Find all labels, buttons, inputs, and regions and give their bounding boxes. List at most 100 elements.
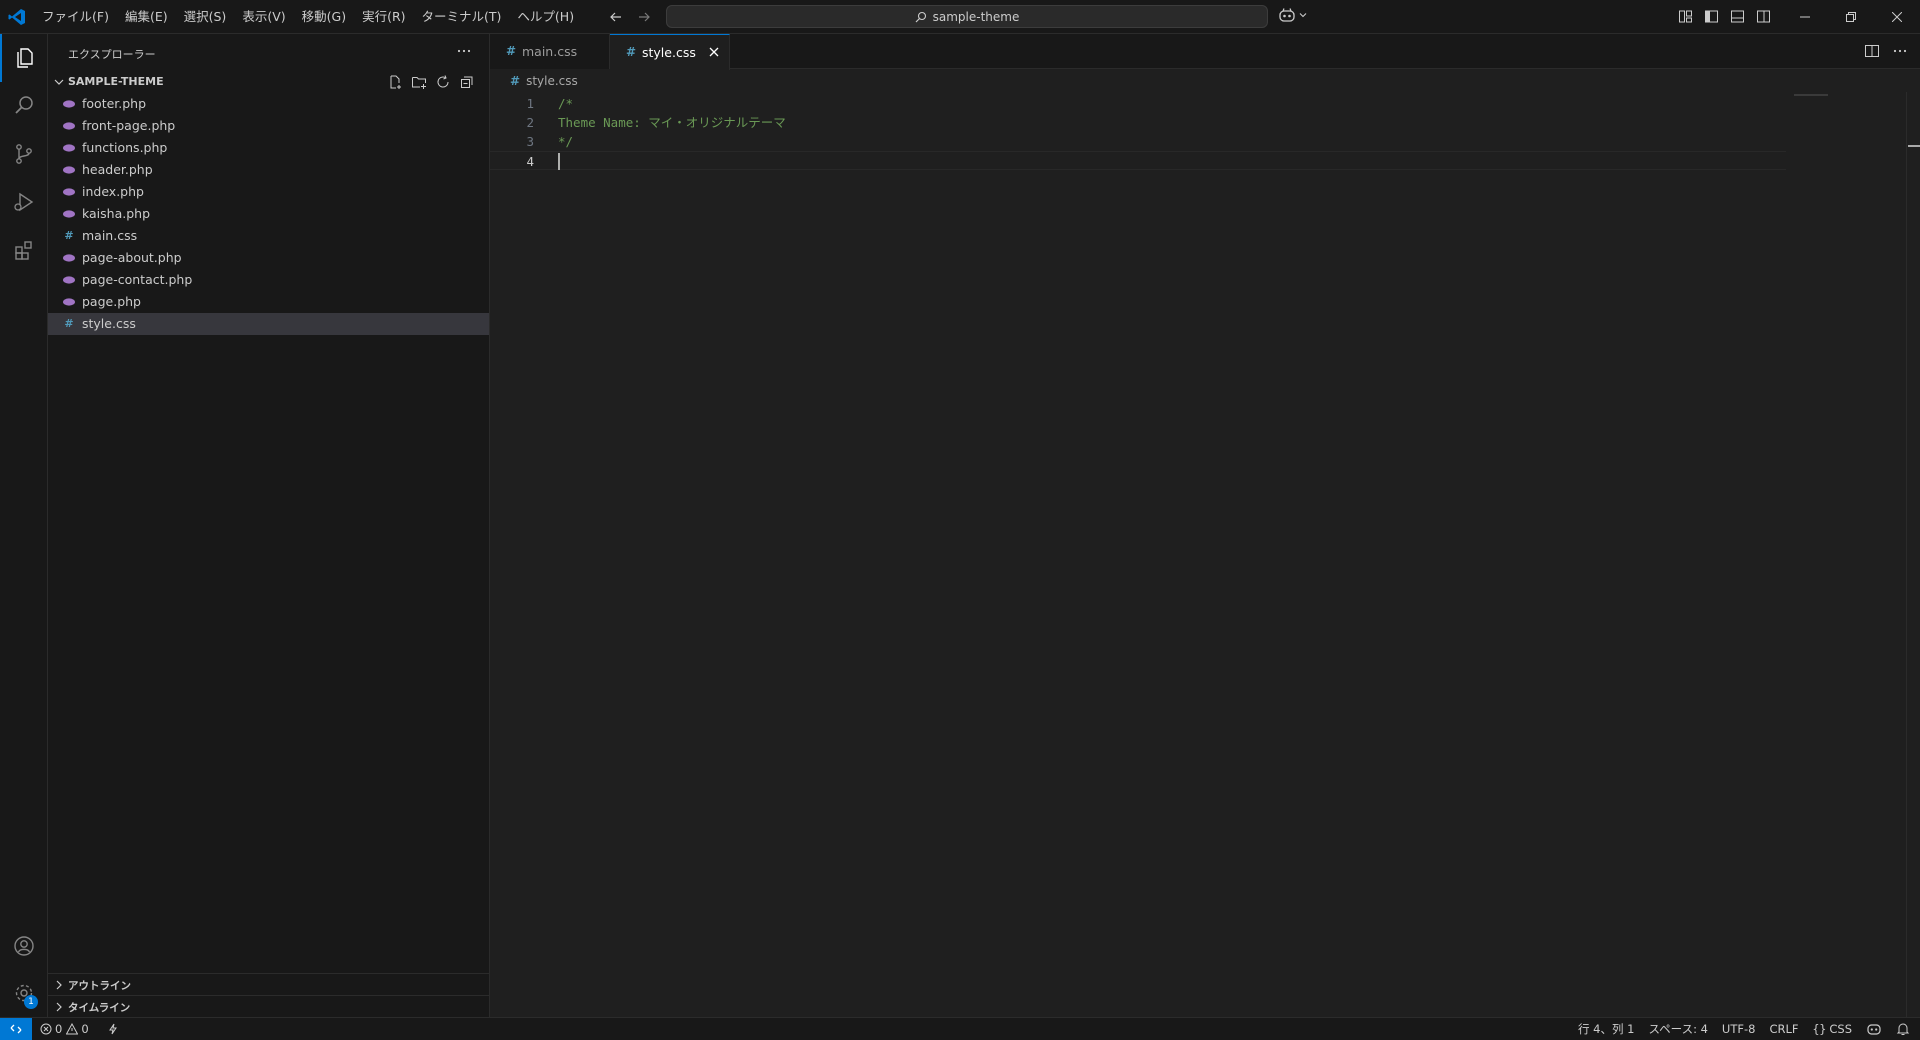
menu-bar: ファイル(F) 編集(E) 選択(S) 表示(V) 移動(G) 実行(R) ター… — [34, 0, 582, 34]
copilot-status-icon[interactable] — [1866, 1022, 1882, 1036]
restore-icon[interactable] — [1828, 0, 1874, 34]
file-item-page-php[interactable]: page.php — [48, 291, 489, 313]
chevron-right-icon — [52, 978, 66, 992]
toggle-primary-sidebar-icon[interactable] — [1702, 7, 1720, 25]
css-file-icon: # — [64, 317, 74, 330]
extensions-icon[interactable] — [0, 226, 48, 274]
code-line-current: 4 — [490, 151, 1786, 170]
css-file-icon: # — [626, 45, 637, 59]
php-file-icon — [62, 137, 76, 159]
file-item-index-php[interactable]: index.php — [48, 181, 489, 203]
file-item-front-page-php[interactable]: front-page.php — [48, 115, 489, 137]
toggle-secondary-sidebar-icon[interactable] — [1754, 7, 1772, 25]
problems-indicator[interactable]: 0 0 — [40, 1018, 119, 1040]
php-file-icon — [62, 93, 76, 115]
menu-help[interactable]: ヘルプ(H) — [509, 5, 582, 29]
title-bar: ファイル(F) 編集(E) 選択(S) 表示(V) 移動(G) 実行(R) ター… — [0, 0, 1920, 34]
back-arrow-icon[interactable] — [606, 7, 626, 27]
warnings-value: 0 — [81, 1022, 89, 1036]
file-item-kaisha-php[interactable]: kaisha.php — [48, 203, 489, 225]
file-item-page-about-php[interactable]: page-about.php — [48, 247, 489, 269]
outline-title: アウトライン — [68, 980, 131, 992]
file-name: style.css — [82, 316, 136, 331]
vertical-scrollbar[interactable] — [1906, 92, 1920, 1017]
line-number: 4 — [526, 154, 534, 169]
account-icon[interactable] — [0, 922, 48, 970]
close-icon[interactable] — [708, 46, 720, 58]
status-bar-right: 行 4、列 1 スペース: 4 UTF-8 CRLF {} CSS — [1578, 1018, 1910, 1040]
chevron-down-icon — [52, 75, 66, 89]
breadcrumb: # style.css — [510, 72, 578, 90]
file-item-footer-php[interactable]: footer.php — [48, 93, 489, 115]
css-file-icon: # — [506, 44, 517, 58]
refresh-icon[interactable] — [434, 73, 452, 91]
minimize-icon[interactable] — [1782, 0, 1828, 34]
command-center-text: sample-theme — [932, 9, 1020, 24]
breadcrumb-file[interactable]: style.css — [526, 74, 578, 88]
folder-header[interactable]: SAMPLE-THEME — [48, 71, 488, 93]
file-name: index.php — [82, 184, 144, 199]
php-file-icon — [62, 247, 76, 269]
code-line: 3 */ — [490, 132, 1790, 151]
menu-go[interactable]: 移動(G) — [294, 5, 354, 29]
code-line: 2 Theme Name: マイ・オリジナルテーマ — [490, 113, 1790, 132]
close-window-icon[interactable] — [1874, 0, 1920, 34]
css-file-icon: # — [510, 74, 521, 88]
file-item-header-php[interactable]: header.php — [48, 159, 489, 181]
php-file-icon — [62, 269, 76, 291]
css-file-icon: # — [64, 229, 74, 242]
menu-file[interactable]: ファイル(F) — [34, 5, 117, 29]
code-editor[interactable]: 1 /* 2 Theme Name: マイ・オリジナルテーマ 3 */ 4 — [490, 94, 1790, 170]
menu-view[interactable]: 表示(V) — [234, 5, 293, 29]
menu-run[interactable]: 実行(R) — [354, 5, 413, 29]
end-of-line[interactable]: CRLF — [1769, 1022, 1798, 1036]
file-name: page.php — [82, 294, 141, 309]
php-file-icon — [62, 159, 76, 181]
explorer-icon[interactable] — [0, 34, 48, 82]
customize-layout-icon[interactable] — [1676, 7, 1694, 25]
new-file-icon[interactable] — [386, 73, 404, 91]
file-item-style-css[interactable]: # style.css — [48, 313, 489, 335]
file-item-functions-php[interactable]: functions.php — [48, 137, 489, 159]
timeline-section[interactable]: タイムライン — [48, 995, 489, 1017]
run-debug-icon[interactable] — [0, 178, 48, 226]
collapse-all-icon[interactable] — [458, 73, 476, 91]
menu-terminal[interactable]: ターミナル(T) — [414, 5, 510, 29]
file-item-main-css[interactable]: # main.css — [48, 225, 489, 247]
file-item-page-contact-php[interactable]: page-contact.php — [48, 269, 489, 291]
language-mode[interactable]: {} CSS — [1813, 1022, 1853, 1036]
search-icon[interactable] — [0, 82, 48, 130]
toggle-panel-icon[interactable] — [1728, 7, 1746, 25]
file-name: kaisha.php — [82, 206, 151, 221]
tab-main-css[interactable]: # main.css — [490, 34, 610, 69]
remote-indicator-icon[interactable] — [0, 1018, 32, 1040]
folder-actions — [386, 73, 476, 91]
new-folder-icon[interactable] — [410, 73, 428, 91]
copilot-button[interactable] — [1278, 7, 1308, 23]
manage-gear-icon[interactable]: 1 — [0, 969, 48, 1017]
encoding[interactable]: UTF-8 — [1722, 1022, 1756, 1036]
settings-badge: 1 — [24, 995, 38, 1009]
sidebar-title: エクスプローラー — [68, 48, 156, 61]
notifications-bell-icon[interactable] — [1896, 1022, 1910, 1036]
menu-selection[interactable]: 選択(S) — [176, 5, 235, 29]
file-name: main.css — [82, 228, 138, 243]
php-file-icon — [62, 291, 76, 313]
file-name: front-page.php — [82, 118, 176, 133]
tab-style-css[interactable]: # style.css — [610, 34, 730, 70]
cursor-position[interactable]: 行 4、列 1 — [1578, 1021, 1634, 1037]
source-control-icon[interactable] — [0, 130, 48, 178]
forward-arrow-icon[interactable] — [634, 7, 654, 27]
line-number: 3 — [526, 134, 534, 149]
window-controls — [1782, 0, 1920, 34]
menu-edit[interactable]: 編集(E) — [117, 5, 176, 29]
indentation[interactable]: スペース: 4 — [1648, 1021, 1707, 1037]
command-center-search[interactable]: sample-theme — [666, 5, 1268, 28]
status-bar: 0 0 行 4、列 1 スペース: 4 UTF-8 CRLF {} CSS — [0, 1017, 1920, 1040]
split-editor-icon[interactable] — [1864, 43, 1880, 59]
more-actions-icon[interactable] — [1892, 43, 1908, 59]
minimap[interactable] — [1794, 94, 1828, 96]
outline-section[interactable]: アウトライン — [48, 973, 489, 995]
ports-icon[interactable] — [107, 1023, 119, 1035]
more-actions-icon[interactable] — [456, 43, 472, 59]
